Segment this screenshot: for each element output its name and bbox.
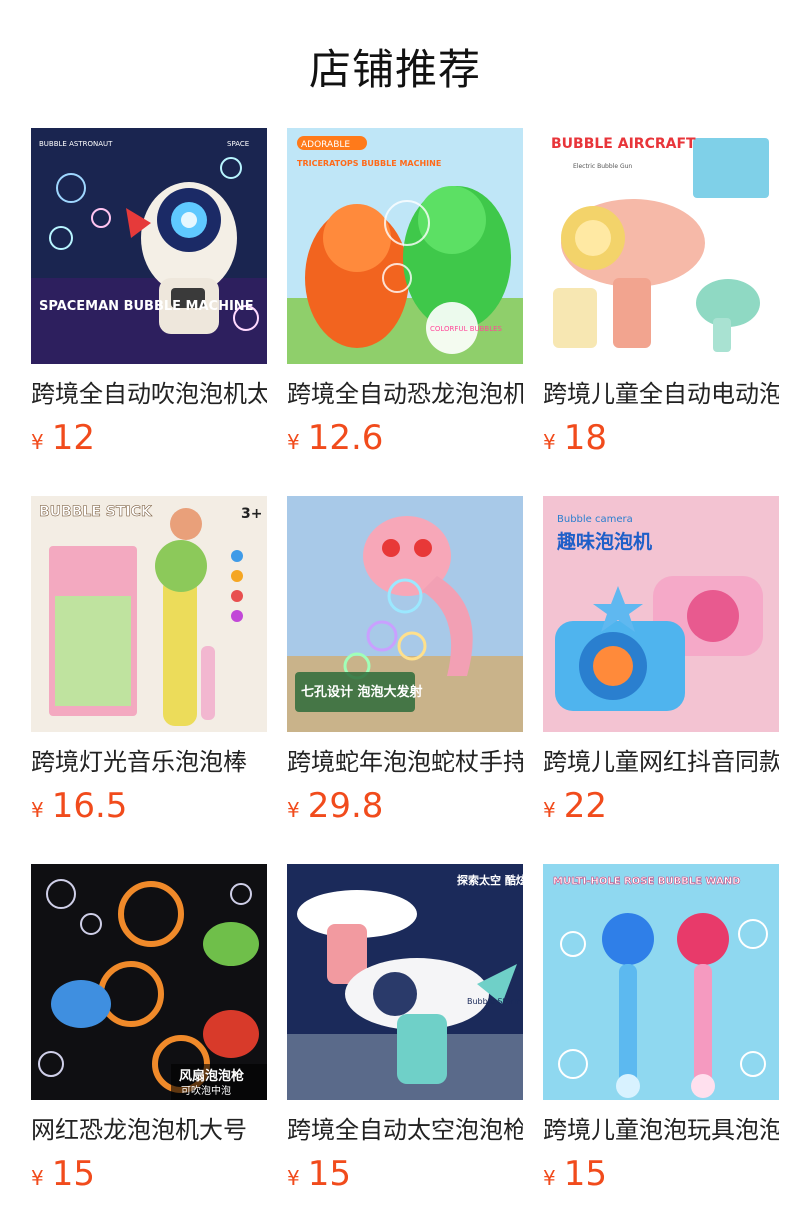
product-price: ¥12 — [31, 418, 267, 458]
product-price: ¥16.5 — [31, 786, 267, 826]
product-name[interactable]: 跨境全自动太空泡泡枪 — [287, 1114, 523, 1146]
currency-symbol: ¥ — [543, 430, 556, 454]
image-brand: BUBBLE AIRCRAFT — [551, 136, 696, 152]
product-image[interactable]: 探索太空 酷炫泡泡枪 Bubble Storm — [287, 864, 523, 1100]
product-price: ¥15 — [287, 1154, 523, 1194]
product-name[interactable]: 跨境儿童泡泡玩具泡泡棒 — [543, 1114, 779, 1146]
section-title: 店铺推荐 — [308, 45, 481, 94]
product-card[interactable]: BUBBLE STICK 3+ 跨境灯光音乐泡泡棒 ¥16.5 — [31, 496, 267, 836]
price-value: 15 — [307, 1154, 351, 1194]
image-brand: BUBBLE STICK — [39, 504, 153, 520]
product-card[interactable]: 七孔设计 泡泡大发射 跨境蛇年泡泡蛇杖手持 ¥29.8 — [287, 496, 523, 836]
image-brand: TRICERATOPS BUBBLE MACHINE — [297, 159, 441, 168]
image-label: Bubble Storm — [467, 997, 522, 1006]
product-price: ¥22 — [543, 786, 779, 826]
price-value: 15 — [51, 1154, 95, 1194]
image-badge: ADORABLE — [301, 140, 350, 150]
price-value: 15 — [563, 1154, 607, 1194]
image-brand: SPACEMAN BUBBLE MACHINE — [39, 299, 254, 314]
image-brand: 七孔设计 泡泡大发射 — [301, 684, 423, 700]
product-card[interactable]: ADORABLE TRICERATOPS BUBBLE MACHINE COLO… — [287, 128, 523, 468]
image-label: Bubble camera — [557, 514, 633, 525]
product-image[interactable]: ADORABLE TRICERATOPS BUBBLE MACHINE COLO… — [287, 128, 523, 364]
image-label: BUBBLE ASTRONAUT — [39, 140, 113, 148]
product-image[interactable]: MULTI-HOLE ROSE BUBBLE WAND — [543, 864, 779, 1100]
price-value: 22 — [563, 786, 607, 826]
product-card[interactable]: Bubble camera 趣味泡泡机 跨境儿童网红抖音同款 ¥22 — [543, 496, 779, 836]
product-image[interactable]: 七孔设计 泡泡大发射 — [287, 496, 523, 732]
image-label: 可吹泡中泡 — [181, 1084, 231, 1097]
currency-symbol: ¥ — [31, 798, 44, 822]
image-label: Electric Bubble Gun — [573, 163, 632, 170]
image-brand: MULTI-HOLE ROSE BUBBLE WAND — [553, 876, 740, 887]
price-value: 29.8 — [307, 786, 384, 826]
image-brand: 趣味泡泡机 — [556, 530, 652, 553]
product-price: ¥15 — [31, 1154, 267, 1194]
product-price: ¥29.8 — [287, 786, 523, 826]
product-price: ¥12.6 — [287, 418, 523, 458]
price-value: 12 — [51, 418, 95, 458]
image-label: 3+ — [241, 506, 262, 522]
currency-symbol: ¥ — [287, 798, 300, 822]
currency-symbol: ¥ — [543, 798, 556, 822]
currency-symbol: ¥ — [31, 430, 44, 454]
price-value: 16.5 — [51, 786, 128, 826]
currency-symbol: ¥ — [543, 1166, 556, 1190]
product-name[interactable]: 跨境全自动恐龙泡泡机 — [287, 378, 523, 410]
product-image[interactable]: Bubble camera 趣味泡泡机 — [543, 496, 779, 732]
currency-symbol: ¥ — [31, 1166, 44, 1190]
image-brand: 探索太空 酷炫泡泡枪 — [457, 873, 523, 887]
product-image[interactable]: 风扇泡泡枪 可吹泡中泡 — [31, 864, 267, 1100]
product-name[interactable]: 网红恐龙泡泡机大号 — [31, 1114, 267, 1146]
currency-symbol: ¥ — [287, 1166, 300, 1190]
product-name[interactable]: 跨境蛇年泡泡蛇杖手持 — [287, 746, 523, 778]
price-value: 18 — [563, 418, 607, 458]
product-image[interactable]: BUBBLE STICK 3+ — [31, 496, 267, 732]
currency-symbol: ¥ — [287, 430, 300, 454]
product-card[interactable]: MULTI-HOLE ROSE BUBBLE WAND 跨境儿童泡泡玩具泡泡棒 … — [543, 864, 779, 1204]
image-label: SPACE — [227, 140, 249, 148]
product-name[interactable]: 跨境灯光音乐泡泡棒 — [31, 746, 267, 778]
image-brand: 风扇泡泡枪 — [179, 1068, 244, 1084]
product-price: ¥15 — [543, 1154, 779, 1194]
product-image[interactable]: BUBBLE AIRCRAFT Electric Bubble Gun — [543, 128, 779, 364]
product-card[interactable]: BUBBLE ASTRONAUT SPACE SPACEMAN BUBBLE M… — [31, 128, 267, 468]
image-label: COLORFUL BUBBLES — [430, 325, 503, 333]
product-card[interactable]: 探索太空 酷炫泡泡枪 Bubble Storm 跨境全自动太空泡泡枪 ¥15 — [287, 864, 523, 1204]
product-card[interactable]: 风扇泡泡枪 可吹泡中泡 网红恐龙泡泡机大号 ¥15 — [31, 864, 267, 1204]
product-card[interactable]: BUBBLE AIRCRAFT Electric Bubble Gun 跨境儿童… — [543, 128, 779, 468]
product-name[interactable]: 跨境儿童全自动电动泡泡枪 — [543, 378, 779, 410]
product-name[interactable]: 跨境儿童网红抖音同款 — [543, 746, 779, 778]
product-price: ¥18 — [543, 418, 779, 458]
product-name[interactable]: 跨境全自动吹泡泡机太空人 — [31, 378, 267, 410]
price-value: 12.6 — [307, 418, 384, 458]
product-image[interactable]: BUBBLE ASTRONAUT SPACE SPACEMAN BUBBLE M… — [31, 128, 267, 364]
